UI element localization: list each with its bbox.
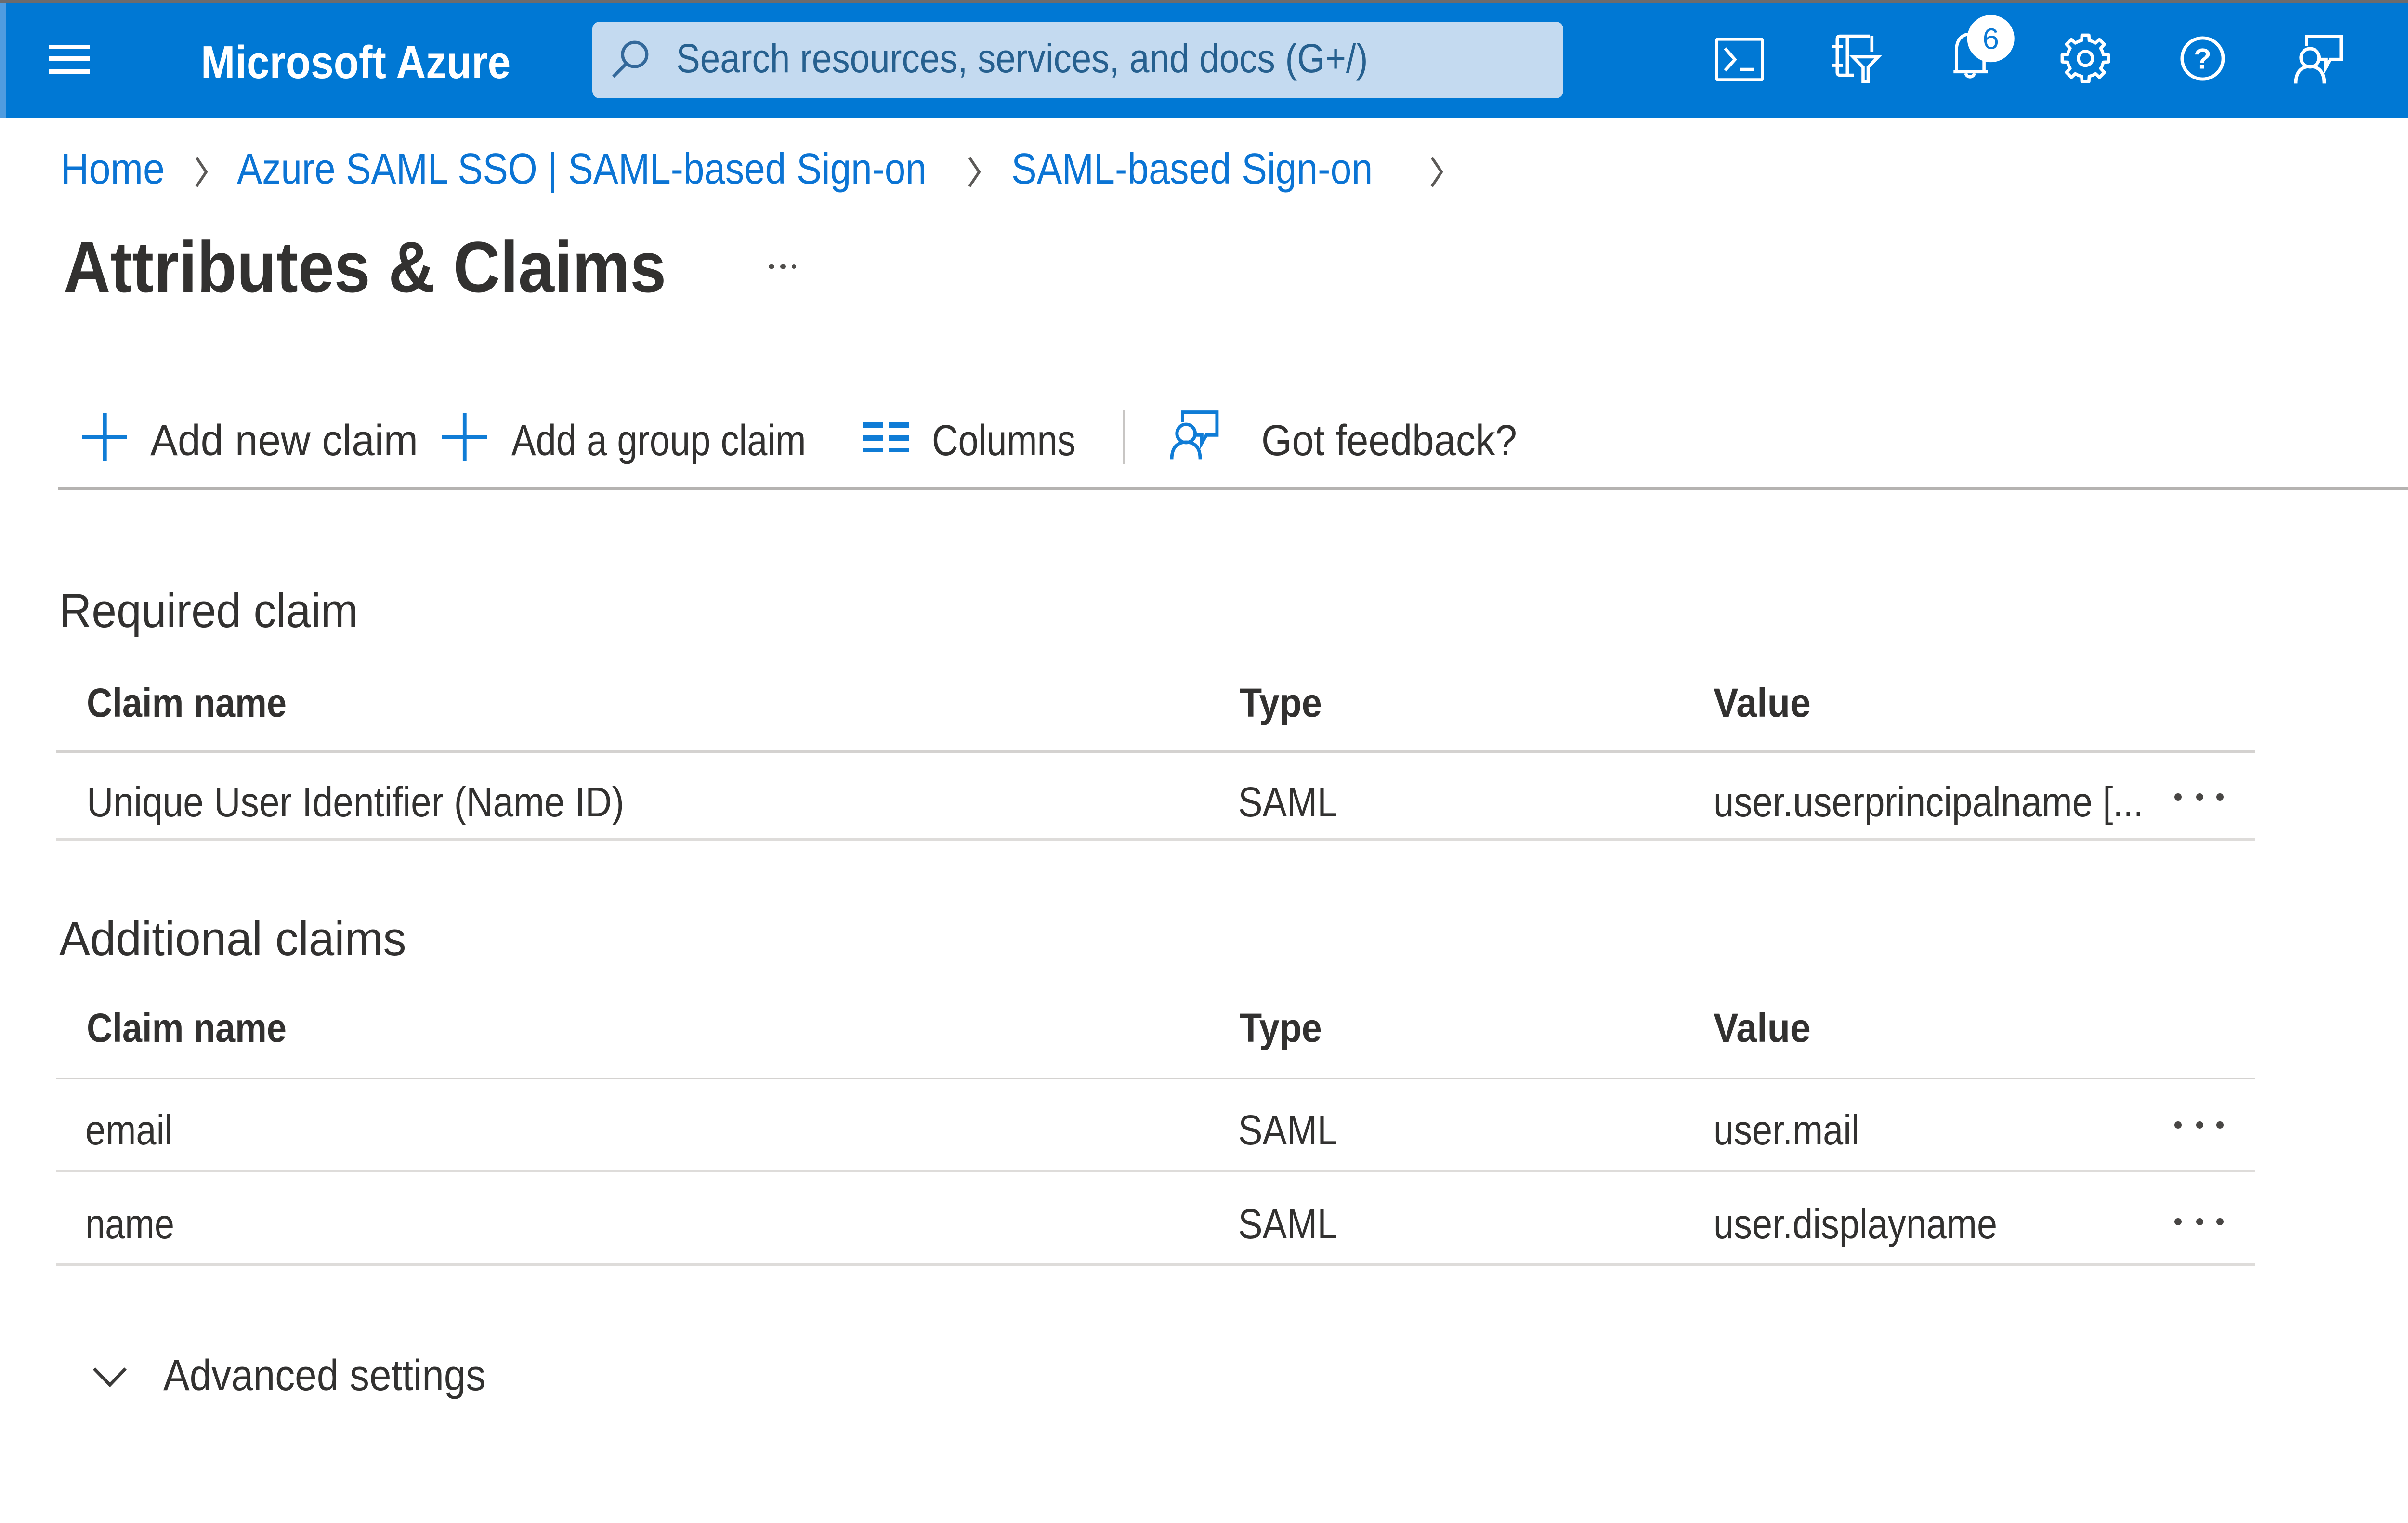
svg-text:?: ?: [2193, 42, 2211, 75]
svg-text:6: 6: [1983, 22, 1999, 55]
